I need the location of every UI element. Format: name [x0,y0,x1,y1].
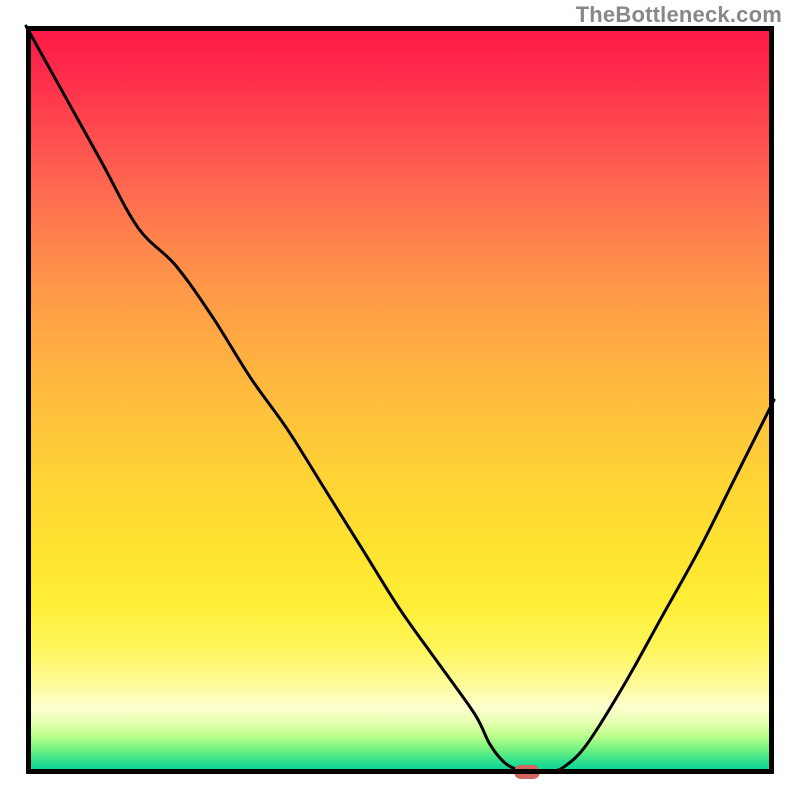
chart-container: TheBottleneck.com [0,0,800,800]
watermark-text: TheBottleneck.com [576,2,782,28]
bottleneck-curve [26,26,774,774]
curve-path [26,26,774,772]
optimum-marker [514,765,540,779]
